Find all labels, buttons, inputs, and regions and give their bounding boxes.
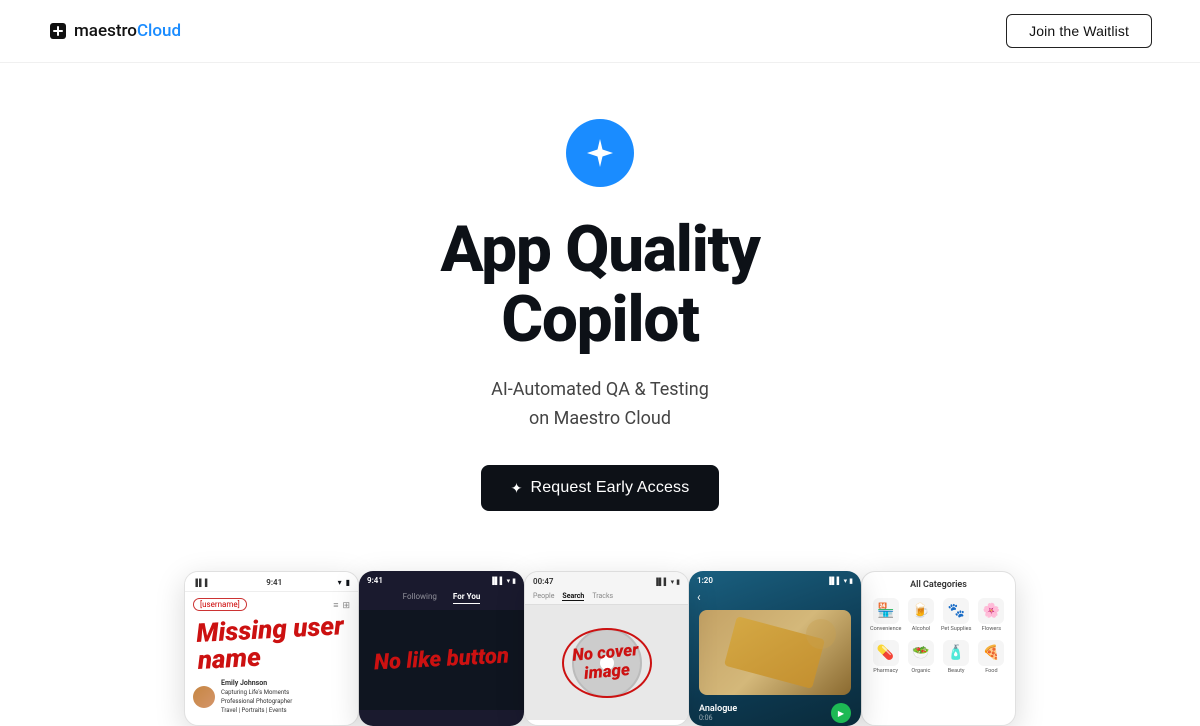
beauty-label: Beauty (948, 668, 965, 674)
time-display: 00:47 (533, 577, 553, 586)
feed-tabs: Following For You (359, 588, 524, 610)
screenshot-tiktok-feed: 9:41 ▐▌▌ ▾ ▮ Following For You No like b… (359, 571, 524, 726)
album-thumbnail (699, 610, 851, 695)
avatar (193, 686, 215, 708)
tab-for-you[interactable]: For You (453, 592, 480, 604)
wifi-icon: ▾ (844, 577, 848, 585)
alcohol-icon: 🍺 (908, 598, 934, 624)
back-icon[interactable]: ‹ (697, 590, 701, 604)
hero-section: App Quality Copilot AI-Automated QA & Te… (0, 63, 1200, 551)
pharmacy-icon: 💊 (873, 640, 899, 666)
screenshot-categories: All Categories 🏪 Convenience 🍺 Alcohol 🐾… (861, 571, 1016, 726)
screenshots-section: ▐▌▌ 9:41 ▾ ▮ [username] ≡ ⊞ Missing user… (0, 551, 1200, 726)
grid-icon: ⊞ (342, 601, 350, 611)
status-bar: 00:47 ▐▌▌ ▾ ▮ (525, 572, 688, 589)
organic-label: Organic (911, 668, 930, 674)
mini-tabs: People Search Tracks (525, 589, 688, 605)
avatar-row: Emily Johnson Capturing Life's Moments P… (193, 678, 350, 716)
category-convenience: 🏪 Convenience (870, 598, 901, 632)
music-body: Analogue 0:06 ▶ (689, 610, 861, 723)
top-icons: ▾ ▮ (338, 578, 350, 587)
battery-icon: ▮ (849, 577, 853, 585)
category-alcohol: 🍺 Alcohol (905, 598, 936, 632)
profile-content: [username] ≡ ⊞ Missing user name Emily J… (185, 592, 358, 721)
category-pet-supplies: 🐾 Pet Supplies (941, 598, 972, 632)
status-icons: ▐▌▌ ▾ ▮ (654, 578, 680, 586)
song-title: Analogue (699, 704, 737, 714)
hero-subtitle: AI-Automated QA & Testing on Maestro Clo… (491, 376, 709, 434)
waitlist-button[interactable]: Join the Waitlist (1006, 14, 1152, 48)
time-display: 9:41 (266, 578, 282, 587)
time-display: 1:20 (697, 576, 713, 585)
tab-active: Search (562, 592, 584, 601)
hero-icon-circle (566, 119, 634, 187)
request-early-access-button[interactable]: ✦ Request Early Access (481, 465, 720, 511)
time-display: 9:41 (367, 576, 383, 585)
missing-annotation: Missing user name (196, 613, 352, 676)
battery-icon: ▮ (512, 577, 516, 585)
categories-header: All Categories (862, 572, 1015, 594)
send-icon: ✦ (511, 480, 523, 497)
category-organic: 🥗 Organic (905, 640, 936, 674)
flowers-icon: 🌸 (978, 598, 1004, 624)
status-icons: ▐▌▌ ▾ ▮ (827, 577, 853, 585)
play-button[interactable]: ▶ (831, 703, 851, 723)
song-time: 0:06 (699, 714, 737, 722)
wifi-icon: ▾ (671, 578, 675, 586)
beauty-icon: 🧴 (943, 640, 969, 666)
hero-title: App Quality Copilot (440, 215, 759, 356)
feed-body: No like button (359, 610, 524, 710)
star-sparkle-icon (582, 135, 618, 171)
menu-icon: ≡ (333, 600, 338, 611)
category-flowers: 🌸 Flowers (976, 598, 1007, 632)
logo: maestroCloud (48, 21, 181, 41)
signal-icon: ▐▌▌ (490, 577, 505, 585)
screenshot-social-profile: ▐▌▌ 9:41 ▾ ▮ [username] ≡ ⊞ Missing user… (184, 571, 359, 726)
category-pharmacy: 💊 Pharmacy (870, 640, 901, 674)
category-beauty: 🧴 Beauty (941, 640, 972, 674)
signal-icon: ▐▌▌ (193, 579, 211, 587)
status-bar: ▐▌▌ 9:41 ▾ ▮ (185, 572, 358, 592)
food-label: Food (985, 668, 997, 674)
wifi-icon: ▾ (507, 577, 511, 585)
alcohol-label: Alcohol (912, 626, 930, 632)
tab-tracks: Tracks (592, 592, 613, 601)
signal-icon: ▐▌▌ (654, 578, 669, 586)
user-details: Emily Johnson Capturing Life's Moments P… (221, 678, 292, 716)
signal-icon: ▐▌▌ (827, 577, 842, 585)
maestro-logo-icon (48, 21, 68, 41)
logo-text: maestroCloud (74, 21, 181, 41)
screenshot-music-player: 1:20 ▐▌▌ ▾ ▮ ‹ Analogue 0:06 ▶ (689, 571, 861, 726)
screenshot-album-cover: 00:47 ▐▌▌ ▾ ▮ People Search Tracks No co… (524, 571, 689, 726)
organic-icon: 🥗 (908, 640, 934, 666)
convenience-label: Convenience (870, 626, 901, 632)
category-food: 🍕 Food (976, 640, 1007, 674)
album-body: No cover image (525, 605, 688, 720)
wifi-icon: ▾ (338, 578, 342, 587)
categories-grid-2: 💊 Pharmacy 🥗 Organic 🧴 Beauty 🍕 Food (862, 636, 1015, 678)
status-bar: 9:41 ▐▌▌ ▾ ▮ (359, 571, 524, 588)
battery-icon: ▮ (676, 578, 680, 586)
no-cover-annotation: No cover image (572, 641, 641, 684)
status-bar: 1:20 ▐▌▌ ▾ ▮ (689, 571, 861, 590)
status-icons: ▐▌▌ ▾ ▮ (490, 577, 516, 585)
username-annotation: [username] (193, 598, 247, 611)
tab-following[interactable]: Following (403, 592, 437, 604)
food-icon: 🍕 (978, 640, 1004, 666)
pet-supplies-icon: 🐾 (943, 598, 969, 624)
pet-supplies-label: Pet Supplies (941, 626, 971, 632)
decor-circle (806, 619, 836, 649)
convenience-icon: 🏪 (873, 598, 899, 624)
pharmacy-label: Pharmacy (873, 668, 898, 674)
music-info: Analogue 0:06 ▶ (699, 703, 851, 723)
no-like-annotation: No like button (373, 646, 509, 675)
navbar: maestroCloud Join the Waitlist (0, 0, 1200, 63)
categories-grid-1: 🏪 Convenience 🍺 Alcohol 🐾 Pet Supplies 🌸… (862, 594, 1015, 636)
flowers-label: Flowers (982, 626, 1001, 632)
battery-icon: ▮ (346, 578, 350, 587)
song-details: Analogue 0:06 (699, 704, 737, 722)
tab-people: People (533, 592, 554, 601)
